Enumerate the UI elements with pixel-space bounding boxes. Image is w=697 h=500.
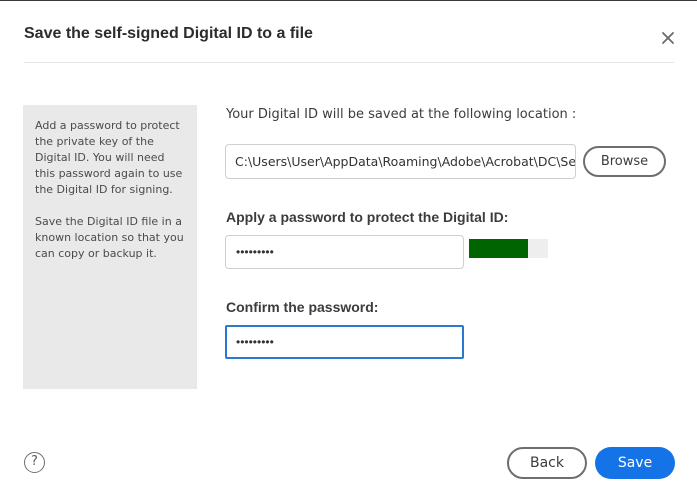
save-button[interactable]: Save (595, 447, 675, 479)
password-strength-fill (469, 239, 529, 258)
info-text-password: Add a password to protect the private ke… (35, 119, 183, 196)
close-button[interactable] (658, 28, 678, 48)
back-button[interactable]: Back (507, 447, 587, 479)
password-label: Apply a password to protect the Digital … (226, 209, 509, 225)
confirm-password-label: Confirm the password: (226, 299, 379, 315)
info-text-location: Save the Digital ID file in a known loca… (35, 215, 184, 260)
help-icon: ? (31, 454, 38, 469)
file-path-field[interactable] (225, 144, 576, 179)
location-label: Your Digital ID will be saved at the fol… (226, 107, 577, 122)
password-field[interactable] (225, 235, 464, 269)
help-button[interactable]: ? (24, 452, 45, 473)
browse-button[interactable]: Browse (583, 146, 666, 177)
header-divider (24, 62, 674, 63)
info-panel: Add a password to protect the private ke… (23, 105, 197, 389)
save-digital-id-dialog: Save the self-signed Digital ID to a fil… (0, 0, 697, 500)
password-strength-meter (469, 239, 548, 258)
dialog-title: Save the self-signed Digital ID to a fil… (24, 25, 313, 42)
close-icon (662, 32, 674, 44)
confirm-password-field[interactable] (225, 325, 464, 359)
